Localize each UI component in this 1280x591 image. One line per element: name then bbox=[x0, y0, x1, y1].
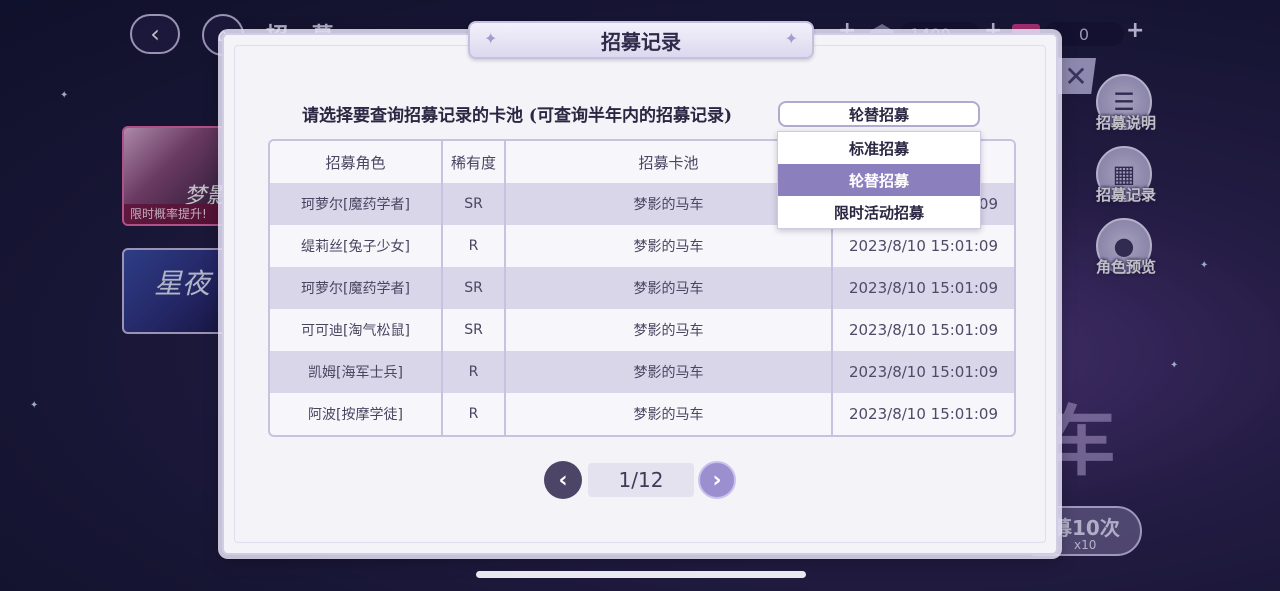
pagination: ‹ 1/12 › bbox=[544, 459, 740, 499]
menu-item-standard[interactable]: 标准招募 bbox=[778, 132, 980, 164]
cell-role: 缇莉丝[兔子少女] bbox=[270, 225, 443, 267]
chevron-left-icon[interactable]: ‹ bbox=[544, 461, 582, 499]
cell-pool: 梦影的马车 bbox=[506, 309, 833, 351]
cell-role: 珂萝尔[魔药学者] bbox=[270, 267, 443, 309]
cell-time: 2023/8/10 15:01:09 bbox=[848, 321, 999, 339]
table-row: 珂萝尔[魔药学者] SR 梦影的马车 2023/8/10 15:01:09 bbox=[270, 267, 1014, 309]
cell-role: 珂萝尔[魔药学者] bbox=[270, 183, 443, 225]
dialog-title: 招募记录 bbox=[601, 29, 681, 54]
table-row: 凯姆[海军士兵] R 梦影的马车 2023/8/10 15:01:09 bbox=[270, 351, 1014, 393]
cell-time: 2023/8/10 15:01:09 bbox=[848, 237, 999, 255]
table-row: 可可迪[淘气松鼠] SR 梦影的马车 2023/8/10 15:01:09 bbox=[270, 309, 1014, 351]
table-row: 缇莉丝[兔子少女] R 梦影的马车 2023/8/10 15:01:09 bbox=[270, 225, 1014, 267]
menu-item-limited-event[interactable]: 限时活动招募 bbox=[778, 196, 980, 228]
cell-pool: 梦影的马车 bbox=[506, 267, 833, 309]
menu-item-rotation[interactable]: 轮替招募 bbox=[778, 164, 980, 196]
recruit-record-dialog: ✦ 招募记录 ✦ 请选择要查询招募记录的卡池 (可查询半年内的招募记录) 招募角… bbox=[222, 21, 1058, 555]
cell-rarity: R bbox=[443, 225, 506, 267]
cell-pool: 梦影的马车 bbox=[506, 225, 833, 267]
cell-role: 阿波[按摩学徒] bbox=[270, 393, 443, 435]
cell-rarity: R bbox=[443, 393, 506, 435]
header-role: 招募角色 bbox=[270, 141, 443, 183]
cell-time: 2023/8/10 15:01:09 bbox=[848, 405, 999, 423]
pool-select-prompt: 请选择要查询招募记录的卡池 (可查询半年内的招募记录) bbox=[302, 106, 733, 126]
chevron-right-icon[interactable]: › bbox=[698, 461, 736, 499]
cell-rarity: SR bbox=[443, 183, 506, 225]
cell-rarity: SR bbox=[443, 309, 506, 351]
cell-time: 2023/8/10 15:01:09 bbox=[848, 363, 999, 381]
cell-rarity: SR bbox=[443, 267, 506, 309]
pool-select-menu: 标准招募 轮替招募 限时活动招募 bbox=[777, 131, 981, 229]
cell-rarity: R bbox=[443, 351, 506, 393]
sparkle-icon: ✦ bbox=[484, 29, 498, 48]
home-indicator[interactable] bbox=[476, 571, 806, 578]
table-row: 阿波[按摩学徒] R 梦影的马车 2023/8/10 15:01:09 bbox=[270, 393, 1014, 435]
cell-pool: 梦影的马车 bbox=[506, 351, 833, 393]
cell-time: 2023/8/10 15:01:09 bbox=[848, 279, 999, 297]
cell-role: 可可迪[淘气松鼠] bbox=[270, 309, 443, 351]
sparkle-icon: ✦ bbox=[784, 29, 798, 48]
cell-pool: 梦影的马车 bbox=[506, 393, 833, 435]
title-plate: ✦ 招募记录 ✦ bbox=[468, 21, 814, 59]
cell-role: 凯姆[海军士兵] bbox=[270, 351, 443, 393]
header-rarity: 稀有度 bbox=[443, 141, 506, 183]
page-indicator: 1/12 bbox=[588, 463, 694, 497]
pool-select-dropdown[interactable]: 轮替招募 bbox=[778, 101, 980, 127]
